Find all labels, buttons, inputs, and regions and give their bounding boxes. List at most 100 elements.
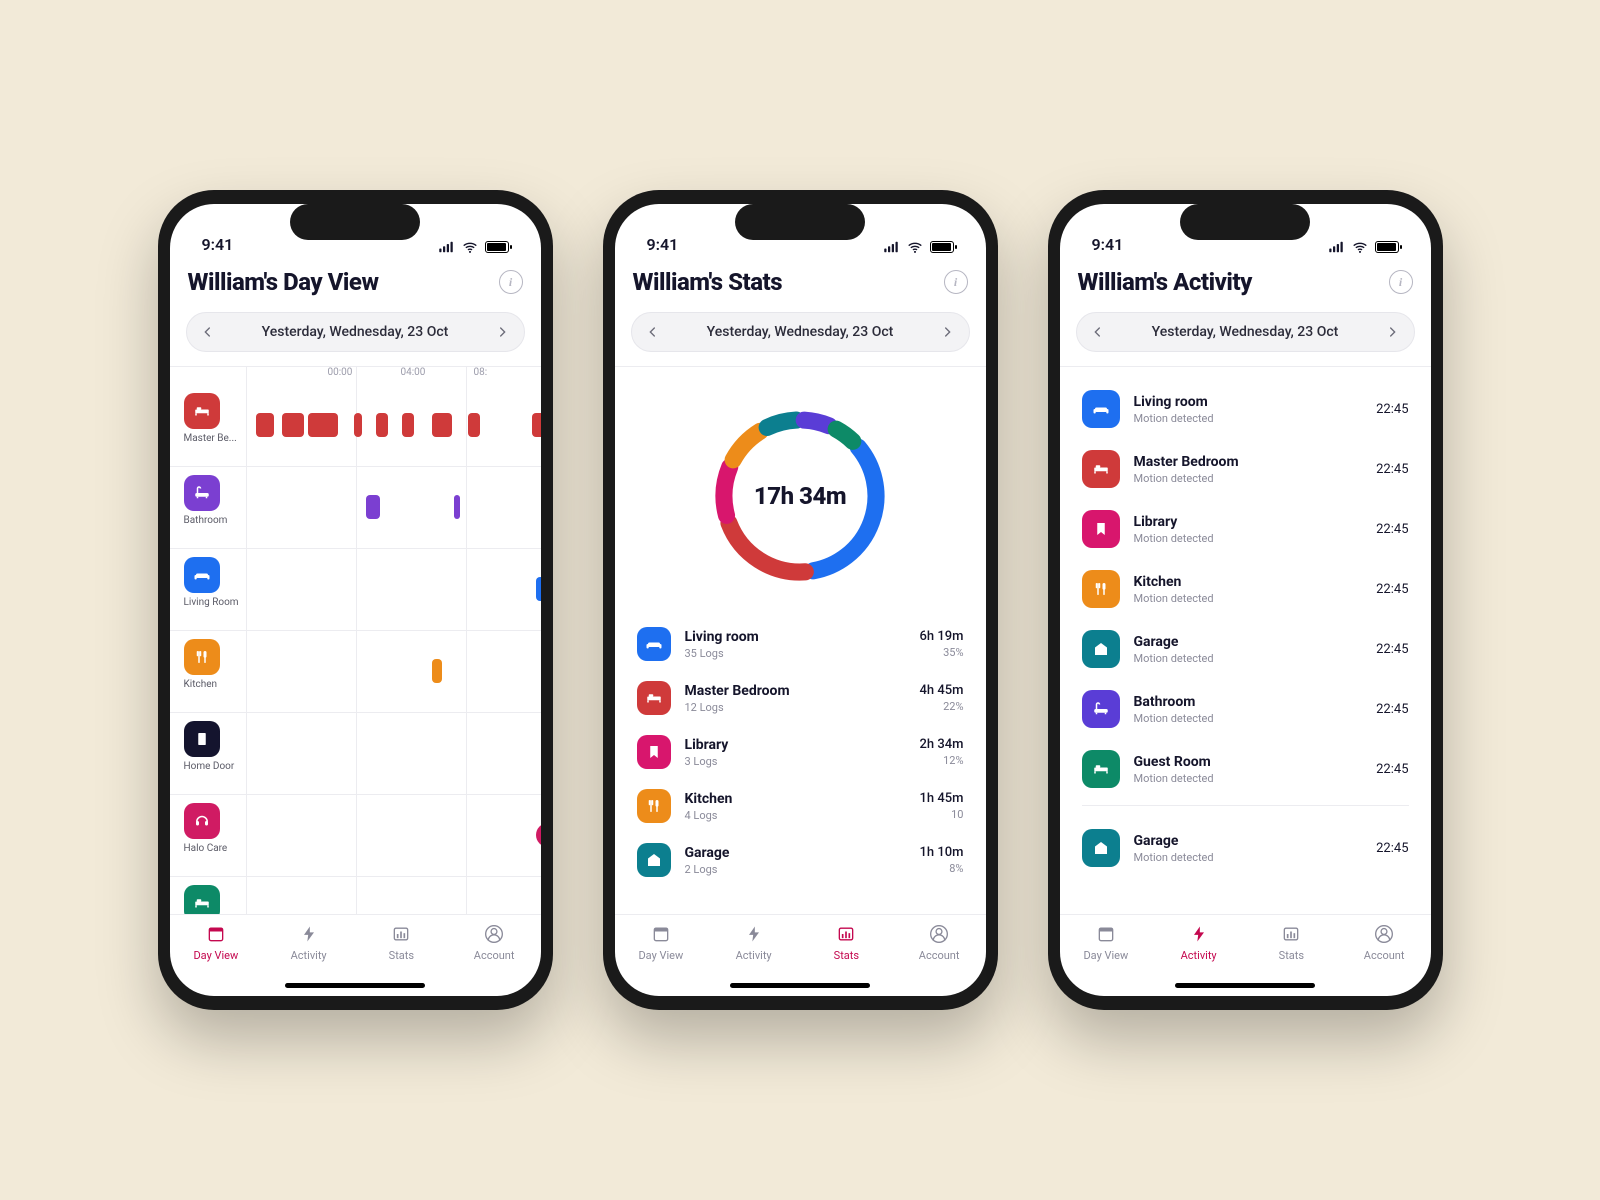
timeline-event[interactable] [376,413,388,437]
stats-percent: 10 [920,808,964,821]
chevron-right-icon[interactable] [491,321,513,343]
timeline-event[interactable] [366,495,380,519]
room-label: Kitchen [184,679,218,690]
timeline-event[interactable] [354,413,362,437]
info-icon[interactable]: i [944,270,968,294]
wifi-icon [906,240,924,254]
stats-room-name: Library [685,737,906,753]
activity-row[interactable]: KitchenMotion detected 22:45 [1082,559,1409,619]
date-label: Yesterday, Wednesday, 23 Oct [1152,324,1339,340]
stats-duration: 2h 34m [920,737,964,752]
status-time: 9:41 [647,235,679,254]
timeline-event[interactable] [432,659,442,683]
stats-duration: 1h 45m [920,791,964,806]
stats-logs: 3 Logs [685,755,906,768]
activity-row[interactable]: Living roomMotion detected 22:45 [1082,379,1409,439]
chart-icon [835,923,857,945]
stats-row[interactable]: Library 3 Logs 2h 34m 12% [637,725,964,779]
donut-segment [724,467,730,515]
date-selector[interactable]: Yesterday, Wednesday, 23 Oct [186,312,525,352]
tab-day-view[interactable]: Day View [615,923,708,996]
tab-account[interactable]: Account [1338,923,1431,996]
timeline[interactable]: Master Be... 00:0004:0008: Bathroom Livi… [170,367,541,914]
fork-icon [1082,570,1120,608]
bed-icon [184,885,220,914]
stats-row[interactable]: Kitchen4 Logs 1h 45m10 [637,779,964,833]
date-selector[interactable]: Yesterday, Wednesday, 23 Oct [1076,312,1415,352]
activity-time: 22:45 [1376,402,1408,417]
activity-row[interactable]: GarageMotion detected 22:45 [1082,619,1409,679]
activity-list[interactable]: Living roomMotion detected 22:45 Master … [1060,367,1431,914]
timeline-event[interactable] [532,413,541,437]
timeline-row: Bathroom [170,467,541,549]
tab-day-view[interactable]: Day View [170,923,263,996]
timeline-event[interactable] [468,413,480,437]
tab-account[interactable]: Account [448,923,541,996]
activity-row[interactable]: BathroomMotion detected 22:45 [1082,679,1409,739]
timeline-row [170,877,541,914]
date-label: Yesterday, Wednesday, 23 Oct [707,324,894,340]
signal-icon [1327,241,1345,253]
stats-duration: 1h 10m [920,845,964,860]
garage-icon [1082,829,1120,867]
chevron-right-icon[interactable] [1381,321,1403,343]
activity-time: 22:45 [1376,582,1408,597]
bed-icon [184,393,220,429]
activity-event-type: Motion detected [1134,412,1363,425]
chevron-left-icon[interactable] [642,321,664,343]
activity-event-type: Motion detected [1134,472,1363,485]
battery-icon [485,241,509,253]
stats-row[interactable]: Garage2 Logs 1h 10m8% [637,833,964,887]
activity-row[interactable]: Guest RoomMotion detected 22:45 [1082,739,1409,799]
garage-icon [1082,630,1120,668]
chevron-left-icon[interactable] [197,321,219,343]
sofa-icon [184,557,220,593]
timeline-event[interactable] [308,413,338,437]
user-icon [928,923,950,945]
timeline-event[interactable] [536,823,541,847]
activity-event-type: Motion detected [1134,851,1363,864]
donut-segment [836,429,853,441]
timeline-event[interactable] [454,495,460,519]
donut-segment [804,420,829,426]
user-icon [1373,923,1395,945]
timeline-event[interactable] [282,413,304,437]
door-icon [184,721,220,757]
stats-room-name: Living room [685,629,906,645]
room-label: Halo Care [184,843,228,854]
activity-row[interactable]: GarageMotion detected 22:45 [1082,818,1409,878]
stats-percent: 12% [920,754,964,767]
home-indicator[interactable] [1175,983,1315,988]
time-tick: 08: [468,367,541,383]
phone-stats: 9:41 William's Stats i Yesterday, Wednes… [603,190,998,1010]
stats-row[interactable]: Master Bedroom12 Logs 4h 45m22% [637,671,964,725]
timeline-row: Master Be... 00:0004:0008: [170,367,541,467]
stats-list: Living room35 Logs 6h 19m35% Master Bedr… [615,601,986,887]
chevron-right-icon[interactable] [936,321,958,343]
info-icon[interactable]: i [499,270,523,294]
tab-account[interactable]: Account [893,923,986,996]
stats-percent: 22% [920,700,964,713]
activity-row[interactable]: Master BedroomMotion detected 22:45 [1082,439,1409,499]
info-icon[interactable]: i [1389,270,1413,294]
activity-time: 22:45 [1376,642,1408,657]
timeline-event[interactable] [432,413,452,437]
activity-room-name: Garage [1134,634,1363,650]
tab-day-view[interactable]: Day View [1060,923,1153,996]
home-indicator[interactable] [285,983,425,988]
activity-row[interactable]: LibraryMotion detected 22:45 [1082,499,1409,559]
activity-room-name: Guest Room [1134,754,1363,770]
calendar-icon [205,923,227,945]
page-title: William's Day View [188,268,379,296]
room-label: Home Door [184,761,235,772]
battery-icon [930,241,954,253]
stats-row[interactable]: Living room35 Logs 6h 19m35% [637,617,964,671]
stats-duration: 4h 45m [920,683,964,698]
timeline-event[interactable] [536,577,541,601]
date-selector[interactable]: Yesterday, Wednesday, 23 Oct [631,312,970,352]
timeline-event[interactable] [402,413,414,437]
home-indicator[interactable] [730,983,870,988]
chevron-left-icon[interactable] [1087,321,1109,343]
stats-room-name: Kitchen [685,791,906,807]
timeline-event[interactable] [256,413,274,437]
